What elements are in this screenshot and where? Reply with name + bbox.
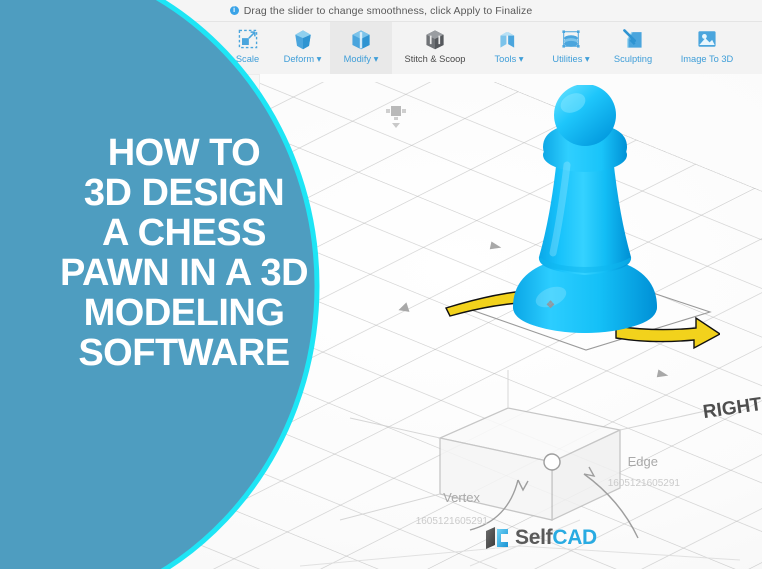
screenshot-root: Edge Vertex RIGHT 1605121605291 16051216… (0, 0, 762, 569)
ribbon-item-3d-print[interactable]: 3D Print (750, 22, 762, 74)
selfcad-logo: SelfCAD (484, 525, 597, 551)
blueprint-id-2: 1605121605291 (415, 516, 488, 527)
ribbon-item-utilities[interactable]: Utilities ▾ (540, 22, 602, 74)
sculpting-icon (621, 25, 645, 53)
page-title: HOW TO 3D DESIGN A CHESS PAWN IN A 3D MO… (0, 133, 368, 373)
title-line-3: A CHESS (101, 212, 267, 254)
ribbon-item-label: Sculpting (613, 54, 653, 64)
blueprint-id-1: 1605121605291 (607, 478, 680, 489)
title-line-6: SOFTWARE (78, 332, 290, 374)
chess-pawn-model[interactable] (495, 84, 675, 350)
title-line-2: 3D DESIGN (83, 172, 285, 214)
image-to-3d-icon (695, 25, 719, 53)
modify-cube-icon (349, 25, 373, 53)
ribbon-item-stitch-scoop[interactable]: Stitch & Scoop (392, 22, 478, 74)
ribbon-item-label: Image To 3D (680, 54, 734, 64)
ribbon-item-modify[interactable]: Modify ▾ (330, 22, 392, 74)
title-line-1: HOW TO (107, 132, 261, 174)
blueprint-label-edge: Edge (627, 454, 658, 469)
tools-icon (497, 25, 521, 53)
ribbon-item-tools[interactable]: Tools ▾ (478, 22, 540, 74)
selfcad-cube-logo-icon (484, 525, 510, 551)
view-gizmo-icon[interactable] (385, 104, 407, 130)
title-line-4: PAWN IN A 3D (59, 252, 309, 294)
title-line-5: MODELING (83, 292, 285, 334)
ribbon-item-label: Utilities ▾ (552, 54, 590, 64)
logo-text-self: Self (515, 526, 553, 549)
logo-wordmark: SelfCAD (515, 526, 597, 550)
utilities-icon (559, 25, 583, 53)
ribbon-item-label: Stitch & Scoop (404, 54, 466, 64)
ribbon-item-label: Tools ▾ (494, 54, 524, 64)
ribbon-item-sculpting[interactable]: Sculpting (602, 22, 664, 74)
ribbon-item-image-to-3d[interactable]: Image To 3D (664, 22, 750, 74)
face-handle-icon[interactable]: ❖ (546, 300, 562, 311)
ribbon-item-label: Modify ▾ (343, 54, 379, 64)
logo-text-cad: CAD (552, 526, 597, 549)
stitch-scoop-icon (423, 25, 447, 53)
blueprint-label-vertex: Vertex (443, 490, 480, 505)
